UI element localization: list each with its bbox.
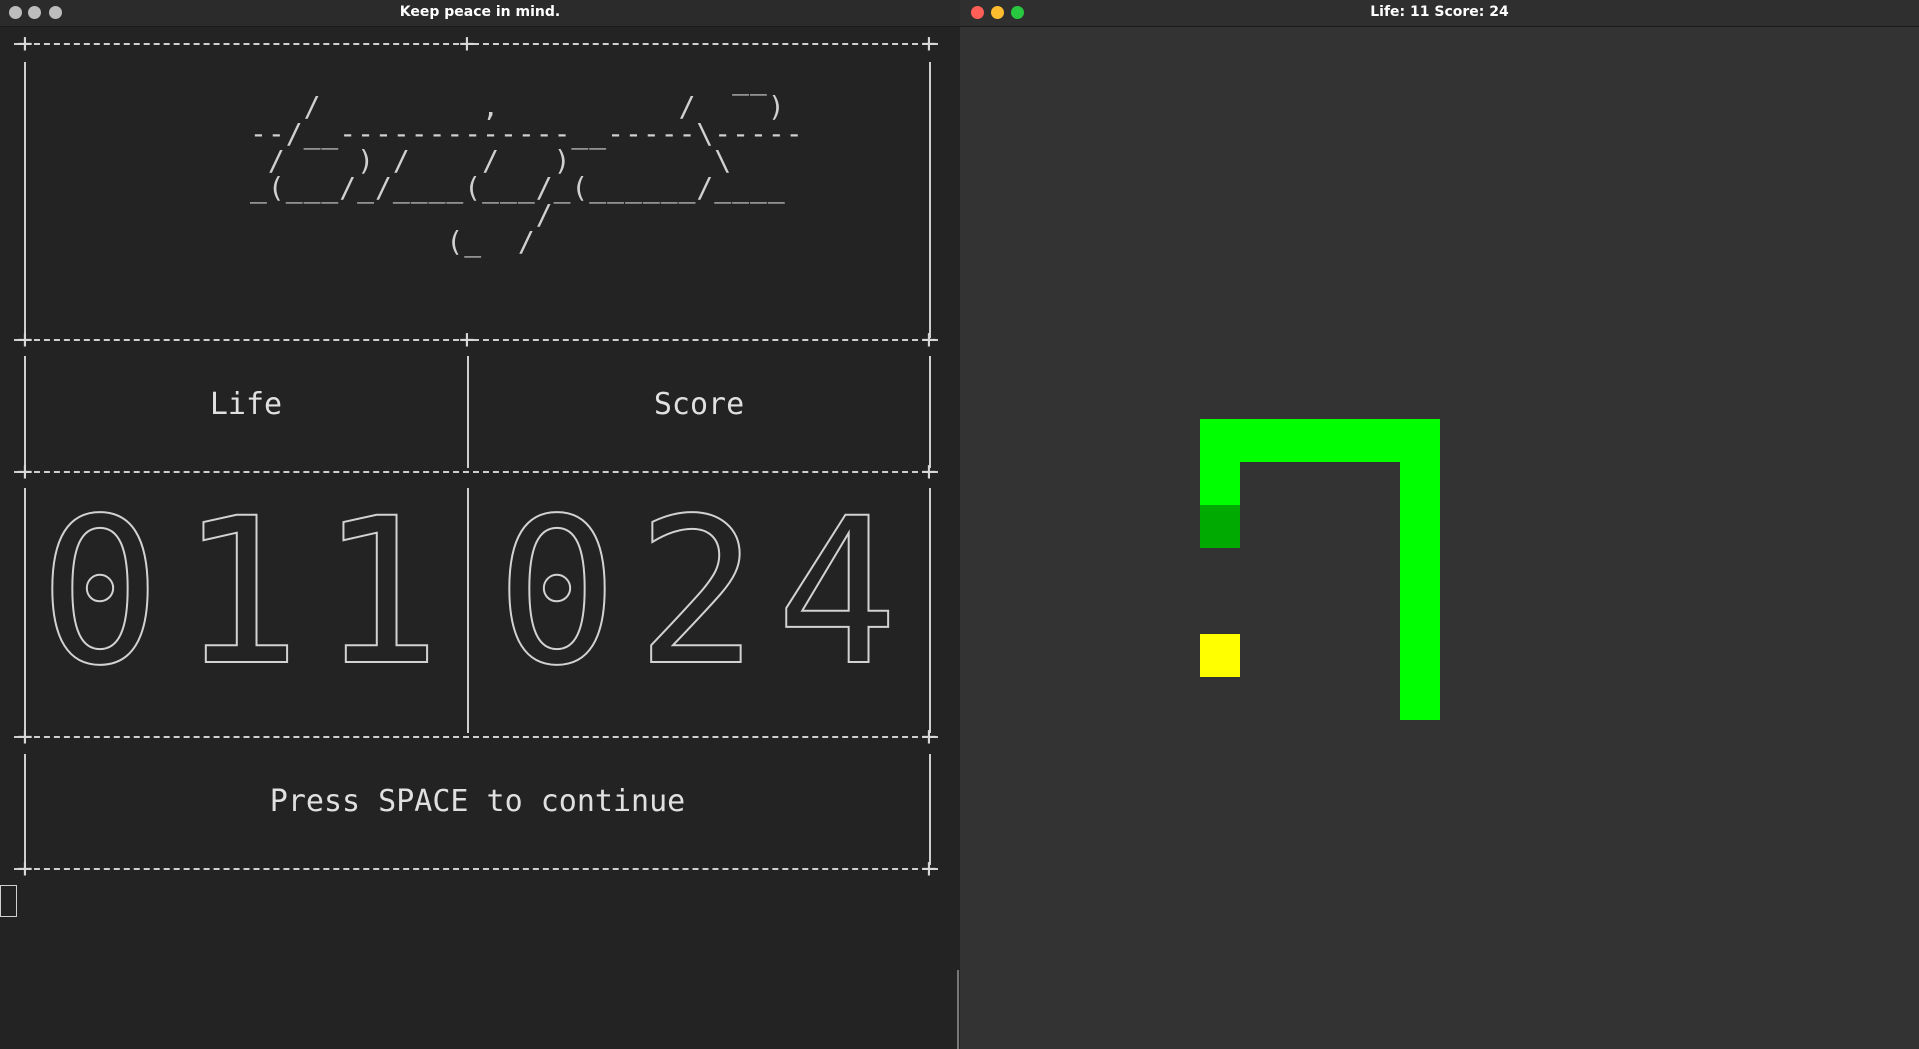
snake-segment (1200, 462, 1240, 505)
snake-segment (1400, 419, 1440, 462)
terminal-titlebar[interactable]: Keep peace in mind. (0, 0, 960, 27)
score-label: Score (653, 387, 745, 422)
game-title: Life: 11 Score: 24 (1370, 4, 1509, 20)
game-board[interactable] (960, 27, 1919, 1049)
life-digit: 1 (178, 474, 302, 710)
corner-mark: + (17, 29, 33, 59)
snake-segment (1400, 634, 1440, 677)
corner-mark: + (17, 854, 33, 884)
life-digit: 1 (318, 474, 442, 710)
corner-mark: + (17, 722, 33, 752)
corner-mark: + (921, 325, 937, 355)
corner-mark: + (921, 457, 937, 487)
corner-mark: + (17, 457, 33, 487)
snake-segment (1400, 591, 1440, 634)
border-right-logo (929, 62, 931, 338)
game-logo-ascii: __ / , / ) --/__-------------__-----\---… (250, 63, 804, 258)
border-labels-bottom (14, 471, 938, 473)
border-right-labels (929, 356, 931, 468)
continue-prompt: Press SPACE to continue (269, 784, 686, 819)
snake-segment (1200, 419, 1240, 462)
score-digit: 0 (495, 474, 619, 710)
game-window: Life: 11 Score: 24 (960, 0, 1919, 1049)
border-right-prompt (929, 754, 931, 865)
terminal-content[interactable]: + + + + + + + + + + + + __ / , / ) --/__… (0, 26, 960, 1049)
snake-segment (1240, 419, 1280, 462)
snake-segment (1280, 419, 1320, 462)
corner-mark: + (921, 29, 937, 59)
border-left-digits (24, 488, 26, 733)
corner-mark: + (921, 722, 937, 752)
life-digits: 0 1 1 (30, 474, 450, 710)
score-digit: 2 (635, 474, 759, 710)
game-titlebar[interactable]: Life: 11 Score: 24 (960, 0, 1919, 27)
snake-segment (1400, 677, 1440, 720)
score-digit: 4 (775, 474, 899, 710)
food-pellet (1200, 634, 1240, 677)
terminal-scrollbar[interactable] (957, 970, 959, 1049)
corner-mark: + (459, 325, 475, 355)
life-label: Life (209, 387, 283, 422)
score-digits: 0 2 4 (487, 474, 907, 710)
corner-mark: + (921, 854, 937, 884)
terminal-cursor (0, 885, 17, 917)
border-right-digits (929, 488, 931, 733)
snake-segment (1400, 548, 1440, 591)
terminal-title: Keep peace in mind. (399, 4, 561, 20)
snake-segment (1400, 505, 1440, 548)
border-middle-digits (467, 488, 469, 733)
border-left-logo (24, 62, 26, 338)
corner-mark: + (17, 325, 33, 355)
snake-segment (1400, 462, 1440, 505)
life-digit: 0 (38, 474, 162, 710)
snake-segment (1360, 419, 1400, 462)
terminal-window: Keep peace in mind. + + + + + + + + + + … (0, 0, 960, 1049)
corner-mark: + (459, 29, 475, 59)
border-bottom (14, 868, 938, 870)
snake-segment (1320, 419, 1360, 462)
snake-tail (1200, 505, 1240, 548)
border-digits-bottom (14, 736, 938, 738)
